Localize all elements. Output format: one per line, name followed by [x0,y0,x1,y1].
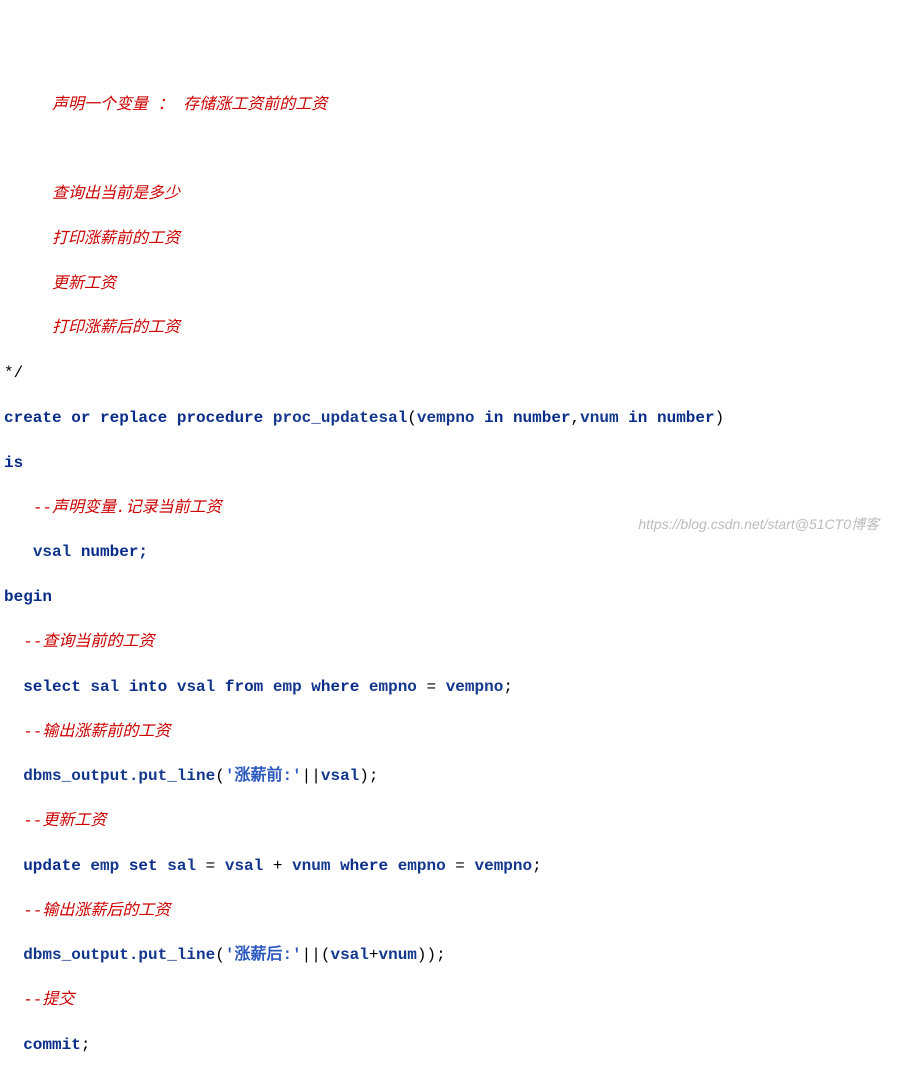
comment-commit: --提交 [4,989,905,1011]
dbms-output-after: dbms_output.put_line('涨薪后:'||(vsal+vnum)… [4,944,905,966]
comment-update-sal: --更新工资 [4,810,905,832]
comment-line-print-before: 打印涨薪前的工资 [4,228,905,250]
comment-line-print-after: 打印涨薪后的工资 [4,317,905,339]
comment-output-before: --输出涨薪前的工资 [4,721,905,743]
comment-close: */ [4,362,905,384]
watermark: https://blog.csdn.net/start@51CT0博客 [638,515,879,535]
is-keyword: is [4,452,905,474]
create-procedure: create or replace procedure proc_updates… [4,407,905,429]
vsal-declaration: vsal number; [4,541,905,563]
comment-line-update: 更新工资 [4,273,905,295]
update-statement: update emp set sal = vsal + vnum where e… [4,855,905,877]
dbms-output-before: dbms_output.put_line('涨薪前:'||vsal); [4,765,905,787]
end-statement: end; [4,1079,905,1082]
comment-output-after: --输出涨薪后的工资 [4,900,905,922]
comment-query-sal: --查询当前的工资 [4,631,905,653]
commit-statement: commit; [4,1034,905,1056]
blank [4,138,905,160]
begin-keyword: begin [4,586,905,608]
comment-line-query: 查询出当前是多少 [4,183,905,205]
select-statement: select sal into vsal from emp where empn… [4,676,905,698]
comment-line-declare: 声明一个变量 ： 存储涨工资前的工资 [4,94,905,116]
